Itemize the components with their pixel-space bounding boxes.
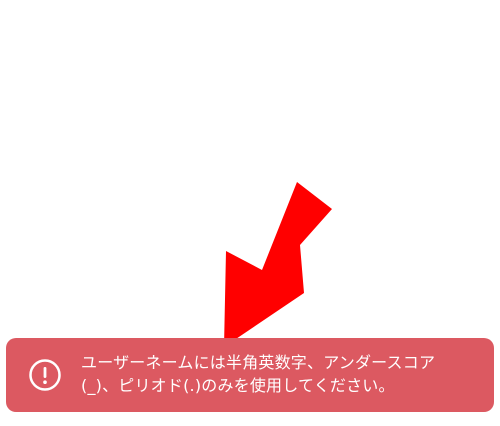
arrow-icon: [224, 182, 332, 347]
exclamation-circle-icon: [29, 359, 61, 391]
error-toast: ユーザーネームには半角英数字、アンダースコア (_)、ピリオド(.)のみを使用し…: [6, 338, 494, 412]
error-message-line-1: ユーザーネームには半角英数字、アンダースコア: [81, 353, 436, 372]
error-message: ユーザーネームには半角英数字、アンダースコア (_)、ピリオド(.)のみを使用し…: [81, 351, 481, 397]
error-message-line-2: (_)、ピリオド(.)のみを使用してください。: [81, 376, 395, 395]
screen-background: ユーザーネームには半角英数字、アンダースコア (_)、ピリオド(.)のみを使用し…: [0, 0, 500, 426]
